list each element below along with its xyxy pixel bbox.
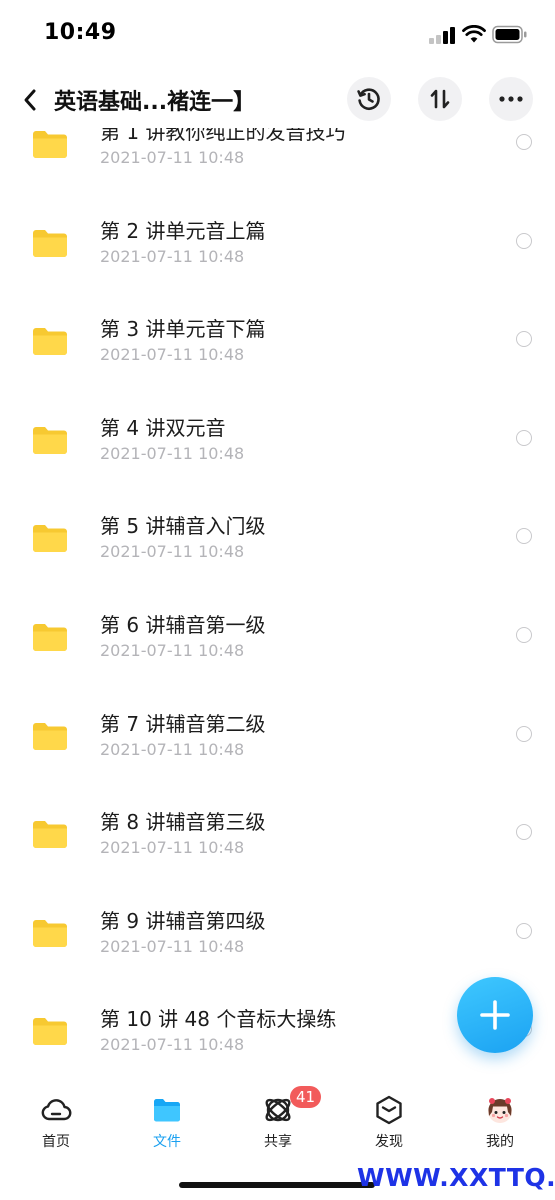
tab-discover[interactable]: 发现 xyxy=(344,1090,434,1152)
select-checkbox[interactable] xyxy=(516,134,532,150)
folder-icon xyxy=(33,130,67,158)
file-name: 第 9 讲辅音第四级 xyxy=(100,908,266,933)
file-name: 第 7 讲辅音第二级 xyxy=(100,711,266,736)
select-checkbox[interactable] xyxy=(516,528,532,545)
cloud-icon xyxy=(41,1099,72,1121)
screen: 10:49 英语基础...褚连一】 第 1 讲教你纯正的发音技巧 2021-07… xyxy=(0,0,555,1200)
nav-bar: 英语基础...褚连一】 xyxy=(0,72,555,128)
select-checkbox[interactable] xyxy=(516,627,532,643)
file-row[interactable]: 第 7 讲辅音第二级 2021-07-11 10:48 xyxy=(0,700,555,798)
select-checkbox[interactable] xyxy=(516,922,532,939)
select-checkbox[interactable] xyxy=(516,429,532,446)
wifi-icon xyxy=(462,25,486,43)
folder-icon xyxy=(33,1017,67,1046)
file-date: 2021-07-11 10:48 xyxy=(100,345,245,365)
folder-icon xyxy=(154,1099,180,1122)
status-bar: 10:49 xyxy=(0,0,555,70)
tab-label: 共享 xyxy=(264,1134,292,1150)
plus-icon xyxy=(480,1000,510,1030)
file-date: 2021-07-11 10:48 xyxy=(100,148,245,167)
avatar-icon xyxy=(488,1098,512,1123)
file-name: 第 8 讲辅音第三级 xyxy=(100,810,266,835)
file-name: 第 2 讲单元音上篇 xyxy=(100,218,266,243)
file-name: 第 6 讲辅音第一级 xyxy=(100,613,266,637)
folder-icon xyxy=(33,524,67,553)
folder-icon xyxy=(33,820,67,849)
file-row[interactable]: 第 3 讲单元音下篇 2021-07-11 10:48 xyxy=(0,305,555,403)
file-row[interactable]: 第 1 讲教你纯正的发音技巧 2021-07-11 10:48 xyxy=(0,120,555,206)
page-title: 英语基础...褚连一】 xyxy=(54,90,256,115)
file-date: 2021-07-11 10:48 xyxy=(100,443,245,463)
file-row[interactable]: 第 9 讲辅音第四级 2021-07-11 10:48 xyxy=(0,897,555,995)
file-date: 2021-07-11 10:48 xyxy=(100,246,245,266)
tab-label: 文件 xyxy=(153,1134,181,1150)
folder-icon xyxy=(33,623,67,651)
file-date: 2021-07-11 10:48 xyxy=(100,542,245,562)
chevron-left-icon xyxy=(24,89,36,111)
select-checkbox[interactable] xyxy=(516,331,532,348)
history-clock-icon xyxy=(357,88,380,110)
home-indicator[interactable] xyxy=(179,1182,375,1188)
back-button[interactable] xyxy=(14,80,46,120)
discover-cube-icon xyxy=(376,1095,402,1125)
tab-label: 发现 xyxy=(375,1134,403,1150)
share-badge: 41 xyxy=(290,1086,322,1108)
file-date: 2021-07-11 10:48 xyxy=(100,641,245,660)
select-checkbox[interactable] xyxy=(516,725,532,742)
tab-label: 首页 xyxy=(42,1134,70,1150)
history-button[interactable] xyxy=(347,77,391,121)
tab-mine[interactable]: 我的 xyxy=(455,1090,545,1152)
watermark: WWW.XXTTQ.COM xyxy=(357,1163,555,1192)
more-dots-icon xyxy=(499,96,523,102)
select-checkbox[interactable] xyxy=(516,232,532,249)
file-date: 2021-07-11 10:48 xyxy=(100,838,245,858)
file-list: 第 1 讲教你纯正的发音技巧 2021-07-11 10:48 第 2 讲单元音上篇… xyxy=(0,120,555,1075)
battery-icon xyxy=(492,25,527,44)
file-date: 2021-07-11 10:48 xyxy=(100,1035,245,1055)
select-checkbox[interactable] xyxy=(516,824,532,841)
folder-icon xyxy=(33,229,67,257)
status-time: 10:49 xyxy=(44,20,117,45)
file-row[interactable]: 第 4 讲双元音 2021-07-11 10:48 xyxy=(0,404,555,502)
cellular-signal-icon xyxy=(429,26,455,44)
tab-label: 我的 xyxy=(486,1134,514,1150)
tab-files[interactable]: 文件 xyxy=(122,1090,212,1152)
file-row[interactable]: 第 5 讲辅音入门级 2021-07-11 10:48 xyxy=(0,502,555,600)
folder-icon xyxy=(33,327,67,356)
add-button[interactable] xyxy=(457,977,533,1053)
file-date: 2021-07-11 10:48 xyxy=(100,739,245,759)
file-name: 第 10 讲 48 个音标大操练 xyxy=(100,1007,337,1032)
file-row[interactable]: 第 6 讲辅音第一级 2021-07-11 10:48 xyxy=(0,601,555,699)
folder-icon xyxy=(33,722,67,750)
more-button[interactable] xyxy=(489,77,533,121)
folder-icon xyxy=(33,426,67,454)
file-row[interactable]: 第 8 讲辅音第三级 2021-07-11 10:48 xyxy=(0,798,555,896)
file-name: 第 4 讲双元音 xyxy=(100,415,226,440)
tab-home[interactable]: 首页 xyxy=(11,1090,101,1152)
folder-icon xyxy=(33,919,67,947)
file-name: 第 3 讲单元音下篇 xyxy=(100,317,266,342)
sort-arrows-icon xyxy=(430,89,450,109)
sort-button[interactable] xyxy=(418,77,462,121)
file-name: 第 5 讲辅音入门级 xyxy=(100,514,266,539)
file-row[interactable]: 第 2 讲单元音上篇 2021-07-11 10:48 xyxy=(0,207,555,305)
file-date: 2021-07-11 10:48 xyxy=(100,936,245,956)
